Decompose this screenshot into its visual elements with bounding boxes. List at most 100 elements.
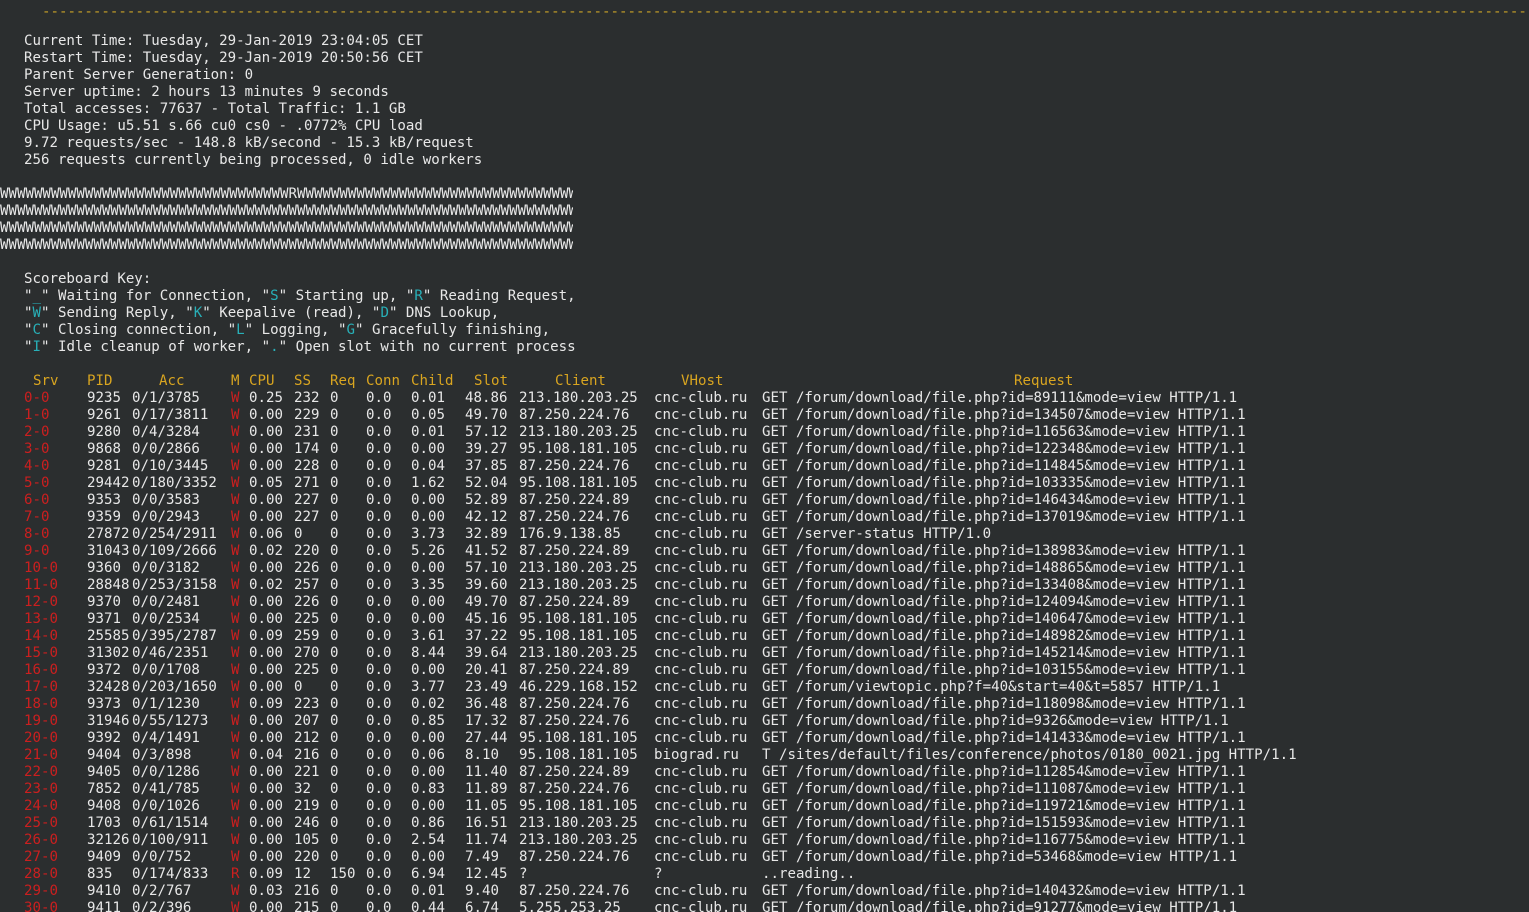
cell-acc: 0/0/2943	[132, 509, 200, 525]
cell-vhost: cnc-club.ru	[654, 849, 748, 865]
cell-slot: 23.49	[465, 679, 508, 695]
cell-mode: W	[231, 815, 240, 831]
cell-vhost: cnc-club.ru	[654, 781, 748, 797]
cell-client: 87.250.224.76	[519, 458, 630, 474]
cell-child: 0.02	[411, 696, 445, 712]
cell-ss: 216	[294, 883, 320, 899]
cell-request: GET /forum/download/file.php?id=111087&m…	[762, 781, 1246, 797]
cell-req: 0	[330, 815, 339, 831]
cell-srv: 28-0	[24, 866, 58, 882]
cell-srv: 20-0	[24, 730, 58, 746]
cell-ss: 105	[294, 832, 320, 848]
cell-mode: W	[231, 543, 240, 559]
cell-cpu: 0.00	[249, 645, 283, 661]
cell-req: 0	[330, 900, 339, 912]
cell-conn: 0.0	[366, 798, 392, 814]
cell-request: GET /forum/download/file.php?id=91277&mo…	[762, 900, 1238, 912]
cell-mode: W	[231, 849, 240, 865]
cell-ss: 228	[294, 458, 320, 474]
cell-srv: 9-0	[24, 543, 50, 559]
cell-vhost: cnc-club.ru	[654, 543, 748, 559]
key-code: .	[270, 339, 279, 355]
key-text: " Gracefully finishing,	[355, 322, 551, 338]
table-row: 1-0 9261 0/17/3811 W 0.00 229 0 0.0 0.05 49.70 87.…	[0, 407, 1529, 424]
cell-req: 0	[330, 560, 339, 576]
cell-mode: W	[231, 577, 240, 593]
cell-slot: 20.41	[465, 662, 508, 678]
cell-ss: 227	[294, 509, 320, 525]
cell-request: ..reading..	[762, 866, 856, 882]
cell-request: GET /forum/download/file.php?id=116775&m…	[762, 832, 1246, 848]
cell-pid: 9405	[87, 764, 121, 780]
table-row: 7-0 9359 0/0/2943 W 0.00 227 0 0.0 0.00 42.12 87.2…	[0, 509, 1529, 526]
cell-vhost: ?	[654, 866, 663, 882]
table-row: 5-0 29442 0/180/3352 W 0.05 271 0 0.0 1.62 52.04 9…	[0, 475, 1529, 492]
cell-acc: 0/174/833	[132, 866, 209, 882]
table-row: 6-0 9353 0/0/3583 W 0.00 227 0 0.0 0.00 52.89 87.2…	[0, 492, 1529, 509]
cell-slot: 16.51	[465, 815, 508, 831]
cell-srv: 13-0	[24, 611, 58, 627]
cell-srv: 5-0	[24, 475, 50, 491]
cell-vhost: cnc-club.ru	[654, 475, 748, 491]
cell-child: 2.54	[411, 832, 445, 848]
cell-conn: 0.0	[366, 662, 392, 678]
cell-req: 0	[330, 696, 339, 712]
cell-child: 0.00	[411, 560, 445, 576]
cell-slot: 52.89	[465, 492, 508, 508]
cell-ss: 223	[294, 696, 320, 712]
cell-client: 213.180.203.25	[519, 645, 638, 661]
cell-child: 3.35	[411, 577, 445, 593]
cell-client: 213.180.203.25	[519, 577, 638, 593]
info-line: Current Time: Tuesday, 29-Jan-2019 23:04…	[24, 33, 423, 49]
cell-client: 95.108.181.105	[519, 441, 638, 457]
cell-cpu: 0.00	[249, 900, 283, 912]
cell-ss: 225	[294, 611, 320, 627]
cell-acc: 0/0/2866	[132, 441, 200, 457]
cell-cpu: 0.00	[249, 458, 283, 474]
server-info: Current Time: Tuesday, 29-Jan-2019 23:04…	[24, 33, 482, 169]
cell-req: 0	[330, 747, 339, 763]
cell-mode: W	[231, 509, 240, 525]
cell-ss: 231	[294, 424, 320, 440]
cell-pid: 9370	[87, 594, 121, 610]
cell-vhost: cnc-club.ru	[654, 611, 748, 627]
cell-request: T /sites/default/files/conference/photos…	[762, 747, 1297, 763]
cell-pid: 28848	[87, 577, 130, 593]
cell-pid: 9359	[87, 509, 121, 525]
scoreboard-row: WWWWWWWWWWWWWWWWWWWWWWWWWWWWWWWWWWWWWWWW…	[0, 220, 573, 236]
scoreboard-row: WWWWWWWWWWWWWWWWWWWWWWWWWWWWWWWWWWWWWWWW…	[0, 237, 573, 253]
cell-ss: 219	[294, 798, 320, 814]
table-row: 11-0 28848 0/253/3158 W 0.02 257 0 0.0 3.35 39.60…	[0, 577, 1529, 594]
cell-request: GET /forum/download/file.php?id=103155&m…	[762, 662, 1246, 678]
cell-conn: 0.0	[366, 543, 392, 559]
table-row: 18-0 9373 0/1/1230 W 0.09 223 0 0.0 0.02 36.48 87.…	[0, 696, 1529, 713]
cell-req: 0	[330, 832, 339, 848]
scoreboard-key-line: "C" Closing connection, "L" Logging, "G"…	[24, 322, 576, 339]
cell-cpu: 0.00	[249, 815, 283, 831]
key-text: " Open slot with no current process	[278, 339, 576, 355]
cell-pid: 9353	[87, 492, 121, 508]
cell-mode: W	[231, 781, 240, 797]
cell-ss: 221	[294, 764, 320, 780]
cell-mode: W	[231, 628, 240, 644]
cell-pid: 9280	[87, 424, 121, 440]
table-row: 4-0 9281 0/10/3445 W 0.00 228 0 0.0 0.04 37.85 87.…	[0, 458, 1529, 475]
cell-request: GET /forum/download/file.php?id=145214&m…	[762, 645, 1246, 661]
cell-conn: 0.0	[366, 679, 392, 695]
cell-conn: 0.0	[366, 696, 392, 712]
cell-ss: 12	[294, 866, 311, 882]
cell-req: 0	[330, 594, 339, 610]
cell-acc: 0/0/752	[132, 849, 192, 865]
cell-mode: W	[231, 713, 240, 729]
cell-request: GET /forum/viewtopic.php?f=40&start=40&t…	[762, 679, 1221, 695]
cell-pid: 9372	[87, 662, 121, 678]
cell-slot: 48.86	[465, 390, 508, 406]
cell-srv: 2-0	[24, 424, 50, 440]
cell-client: 87.250.224.89	[519, 594, 630, 610]
cell-conn: 0.0	[366, 407, 392, 423]
cell-slot: 37.85	[465, 458, 508, 474]
cell-child: 0.00	[411, 509, 445, 525]
cell-mode: W	[231, 900, 240, 912]
cell-client: 87.250.224.76	[519, 696, 630, 712]
cell-mode: W	[231, 560, 240, 576]
